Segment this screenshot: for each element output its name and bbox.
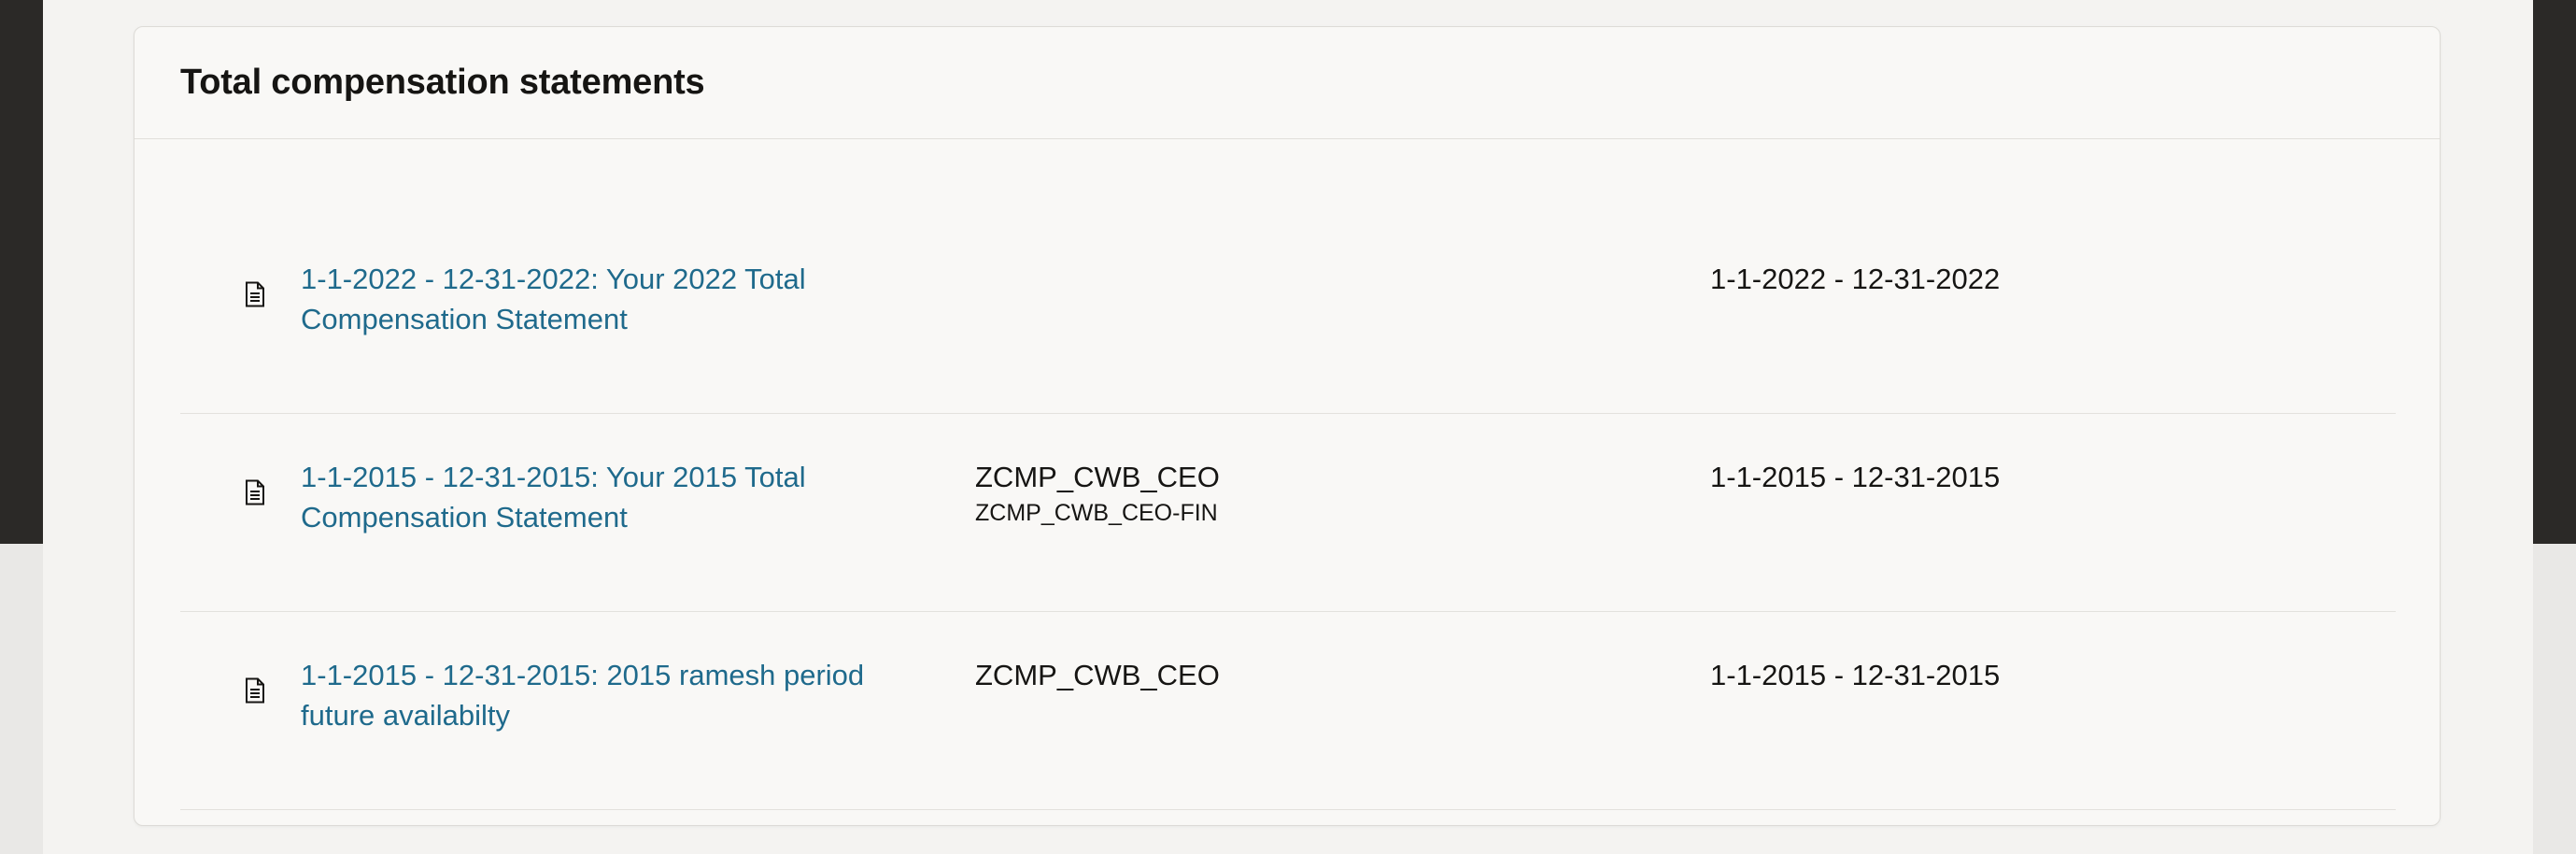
statement-period: 1-1-2022 - 12-31-2022 xyxy=(1710,263,2001,295)
document-icon xyxy=(246,479,264,505)
card-header: Total compensation statements xyxy=(134,27,2440,139)
section-title: Total compensation statements xyxy=(180,63,705,102)
plan-code: ZCMP_CWB_CEO xyxy=(975,659,1220,691)
document-icon xyxy=(246,677,264,704)
statement-link[interactable]: 1-1-2015 - 12-31-2015: 2015 ramesh perio… xyxy=(301,655,908,735)
statement-period: 1-1-2015 - 12-31-2015 xyxy=(1710,659,2001,691)
statement-row: 1-1-2015 - 12-31-2015: Your 2015 Total C… xyxy=(180,414,2396,612)
plan-code: ZCMP_CWB_CEO xyxy=(975,461,1220,493)
statement-period: 1-1-2015 - 12-31-2015 xyxy=(1710,461,2001,493)
document-icon xyxy=(246,281,264,307)
plan-code-detail: ZCMP_CWB_CEO-FIN xyxy=(975,500,1218,526)
statement-row: 1-1-2015 - 12-31-2015: 2015 ramesh perio… xyxy=(180,612,2396,810)
statement-row: 1-1-2022 - 12-31-2022: Your 2022 Total C… xyxy=(180,216,2396,414)
statements-card: Total compensation statements 1-1-2022 -… xyxy=(134,26,2441,826)
statement-link[interactable]: 1-1-2022 - 12-31-2022: Your 2022 Total C… xyxy=(301,259,908,339)
statement-link[interactable]: 1-1-2015 - 12-31-2015: Your 2015 Total C… xyxy=(301,457,908,537)
